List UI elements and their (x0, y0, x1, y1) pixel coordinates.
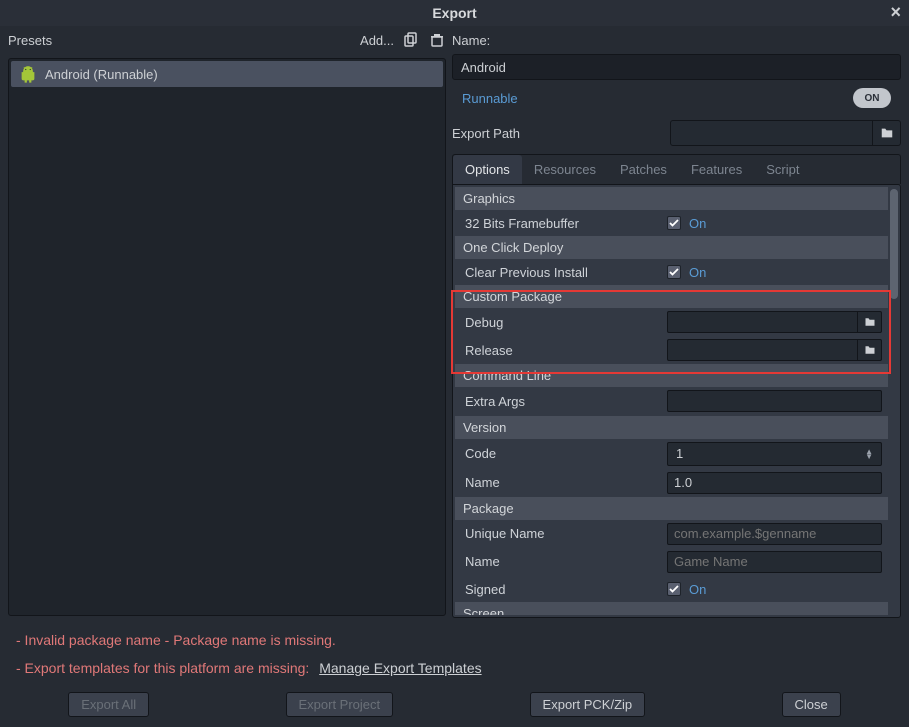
section-command-line: Command Line (455, 364, 888, 387)
section-graphics: Graphics (455, 187, 888, 210)
add-preset-button[interactable]: Add... (360, 33, 394, 48)
runnable-toggle[interactable]: ON (853, 88, 891, 108)
export-path-browse-button[interactable] (873, 120, 901, 146)
export-all-button[interactable]: Export All (68, 692, 149, 717)
prop-debug-browse-button[interactable] (858, 311, 882, 333)
prop-release-browse-button[interactable] (858, 339, 882, 361)
delete-preset-icon[interactable] (428, 31, 446, 49)
tab-options[interactable]: Options (453, 155, 522, 184)
prop-version-name-label: Name (461, 475, 661, 490)
warning-missing-templates-text: - Export templates for this platform are… (16, 660, 309, 676)
copy-preset-icon[interactable] (402, 31, 420, 49)
preset-list: Android (Runnable) (8, 58, 446, 616)
prop-unique-name-label: Unique Name (461, 526, 661, 541)
prop-signed-on: On (689, 582, 706, 597)
title-bar: Export × (0, 0, 909, 26)
prop-32-bits-framebuffer-checkbox[interactable] (667, 216, 681, 230)
export-project-button[interactable]: Export Project (286, 692, 394, 717)
preset-item-label: Android (Runnable) (45, 67, 158, 82)
prop-signed-label: Signed (461, 582, 661, 597)
prop-signed-checkbox[interactable] (667, 582, 681, 596)
prop-32-bits-framebuffer-on: On (689, 216, 706, 231)
prop-clear-previous-install-on: On (689, 265, 706, 280)
prop-32-bits-framebuffer-label: 32 Bits Framebuffer (461, 216, 661, 231)
prop-clear-previous-install-checkbox[interactable] (667, 265, 681, 279)
tab-resources[interactable]: Resources (522, 155, 608, 184)
window-title: Export (432, 5, 476, 21)
section-package: Package (455, 497, 888, 520)
tab-script[interactable]: Script (754, 155, 811, 184)
prop-code-input[interactable]: 1 ▲▼ (667, 442, 882, 466)
prop-unique-name-input[interactable] (667, 523, 882, 545)
android-icon (19, 65, 37, 83)
warning-missing-templates: - Export templates for this platform are… (16, 654, 893, 682)
section-one-click-deploy: One Click Deploy (455, 236, 888, 259)
section-version: Version (455, 416, 888, 439)
prop-extra-args-input[interactable] (667, 390, 882, 412)
scrollbar[interactable] (890, 189, 898, 613)
export-path-label: Export Path (452, 126, 662, 141)
warning-invalid-package: - Invalid package name - Package name is… (16, 626, 893, 654)
name-label: Name: (452, 33, 490, 48)
prop-version-name-input[interactable] (667, 472, 882, 494)
runnable-label: Runnable (462, 91, 518, 106)
options-inspector: Graphics 32 Bits Framebuffer On One Clic… (452, 184, 901, 618)
manage-export-templates-link[interactable]: Manage Export Templates (319, 660, 481, 676)
prop-code-label: Code (461, 446, 661, 461)
prop-package-name-label: Name (461, 554, 661, 569)
tab-patches[interactable]: Patches (608, 155, 679, 184)
close-button[interactable]: Close (782, 692, 841, 717)
prop-extra-args-label: Extra Args (461, 394, 661, 409)
preset-item-android[interactable]: Android (Runnable) (11, 61, 443, 87)
section-screen: Screen (455, 602, 888, 615)
scrollbar-thumb[interactable] (890, 189, 898, 299)
prop-debug-input[interactable] (667, 311, 858, 333)
export-pck-zip-button[interactable]: Export PCK/Zip (530, 692, 646, 717)
updown-icon: ▲▼ (865, 449, 873, 459)
prop-debug-label: Debug (461, 315, 661, 330)
section-custom-package: Custom Package (455, 285, 888, 308)
prop-release-label: Release (461, 343, 661, 358)
export-path-input[interactable] (670, 120, 873, 146)
presets-label: Presets (8, 33, 52, 48)
close-icon[interactable]: × (890, 2, 901, 23)
prop-package-name-input[interactable] (667, 551, 882, 573)
name-input[interactable] (452, 54, 901, 80)
prop-release-input[interactable] (667, 339, 858, 361)
tab-features[interactable]: Features (679, 155, 754, 184)
prop-clear-previous-install-label: Clear Previous Install (461, 265, 661, 280)
tabs: Options Resources Patches Features Scrip… (452, 154, 901, 184)
prop-code-value: 1 (676, 446, 683, 461)
